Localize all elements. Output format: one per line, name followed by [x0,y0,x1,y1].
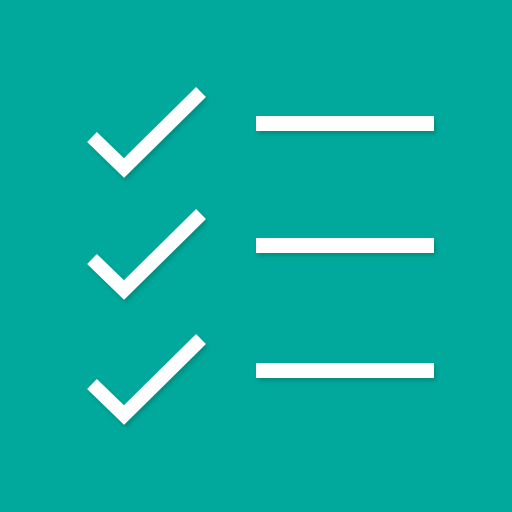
checklist-graphic [0,0,512,512]
checklist-icon [0,0,512,512]
list-line [256,363,434,378]
list-line [256,238,434,253]
list-line [256,116,434,131]
icon-background [0,0,512,512]
